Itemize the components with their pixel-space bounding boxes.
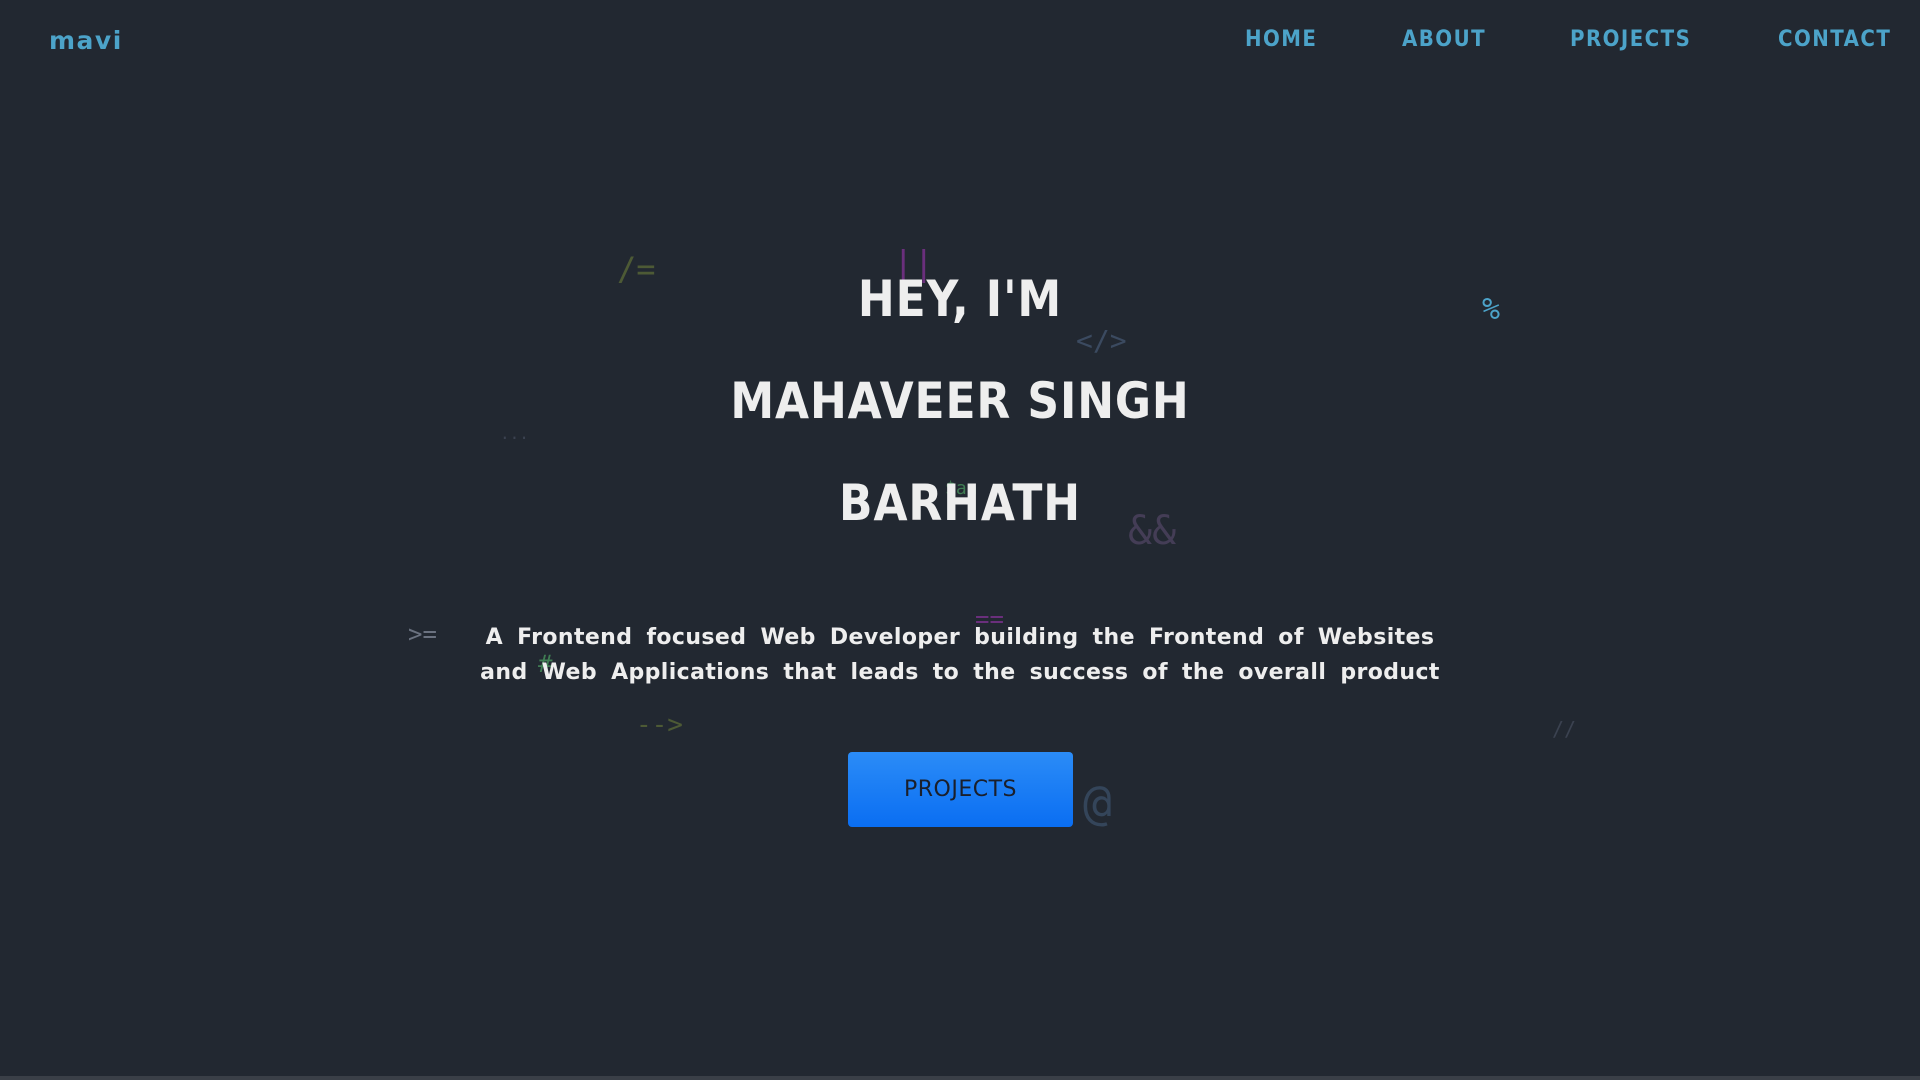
- hero-greeting: HEY, I'M: [857, 270, 1063, 328]
- decor-symbol: //: [1552, 717, 1577, 741]
- decor-symbol: </>: [1076, 324, 1127, 357]
- nav-link-contact[interactable]: CONTACT: [1778, 27, 1891, 52]
- hero-description: A Frontend focused Web Developer buildin…: [480, 625, 1440, 685]
- decor-symbol: >=: [408, 620, 437, 648]
- logo[interactable]: mavi: [49, 26, 123, 55]
- projects-button[interactable]: PROJECTS: [848, 752, 1073, 827]
- top-nav: mavi HOME ABOUT PROJECTS CONTACT: [0, 0, 1920, 84]
- nav-link-about[interactable]: ABOUT: [1402, 27, 1486, 52]
- page: mavi HOME ABOUT PROJECTS CONTACT /= || <…: [0, 0, 1920, 1080]
- bottom-divider: [0, 1076, 1920, 1080]
- nav-link-projects[interactable]: PROJECTS: [1570, 27, 1691, 52]
- decor-symbol: @: [1083, 775, 1112, 831]
- decor-symbol: -->: [636, 710, 683, 740]
- nav-link-home[interactable]: HOME: [1245, 27, 1317, 52]
- hero-surname: BARHATH: [839, 474, 1081, 532]
- hero-name: MAHAVEER SINGH: [730, 372, 1190, 430]
